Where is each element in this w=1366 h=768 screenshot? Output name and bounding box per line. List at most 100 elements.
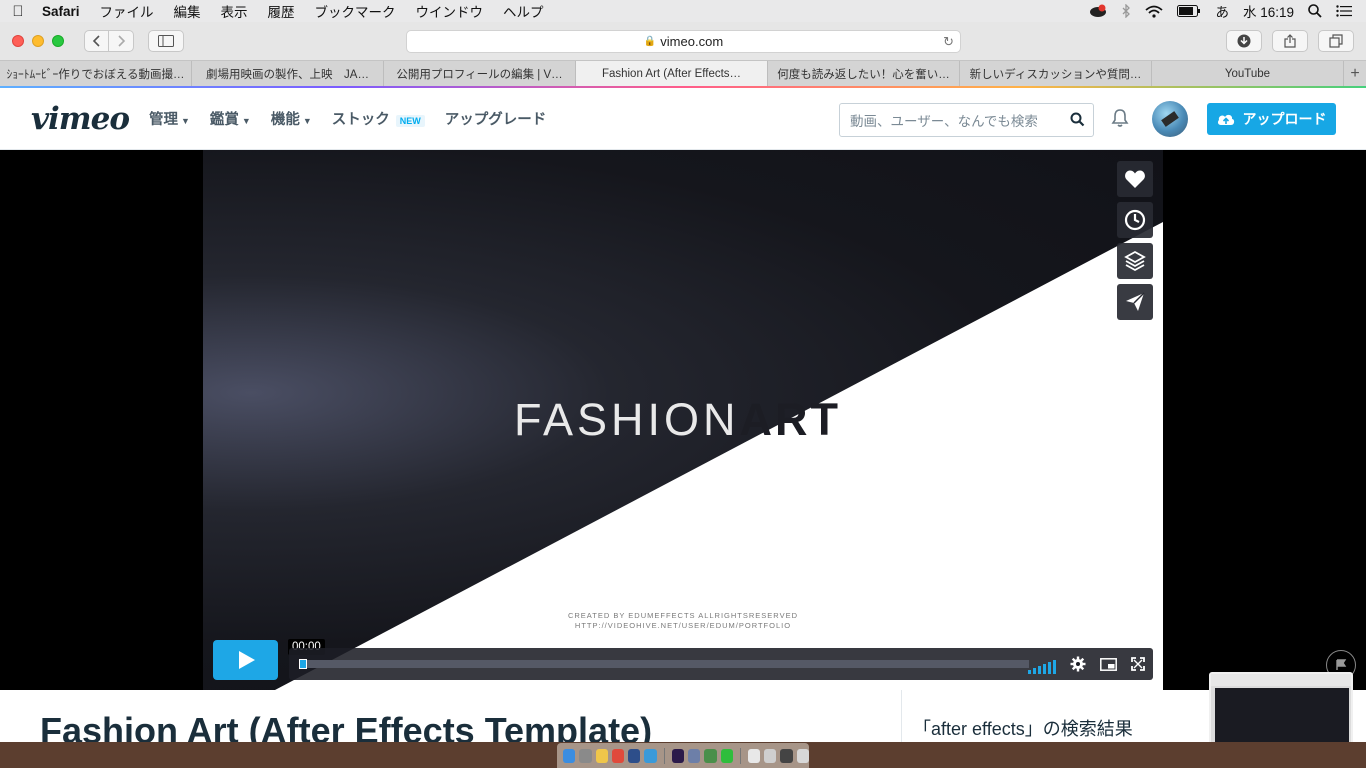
video-credits: CREATED BY EDUMEFFECTS ALLRIGHTSRESERVED… bbox=[563, 611, 803, 631]
notifications-bell-icon[interactable] bbox=[1111, 108, 1129, 133]
apple-menu-icon[interactable]:  bbox=[0, 3, 36, 20]
finder-icon[interactable] bbox=[563, 748, 576, 763]
tab-overview-button[interactable] bbox=[1318, 30, 1354, 52]
window-thumbnail-icon[interactable] bbox=[780, 748, 793, 763]
tab-1[interactable]: ｼｮｰﾄﾑｰﾋﾞｰ作りでおぼえる動画撮… bbox=[0, 61, 192, 86]
dock-separator bbox=[663, 747, 665, 764]
safari-icon[interactable] bbox=[644, 748, 657, 763]
chevron-down-icon: ▼ bbox=[241, 116, 251, 126]
downloads-button[interactable] bbox=[1226, 30, 1262, 52]
macos-dock bbox=[557, 743, 809, 768]
tab-bar: ｼｮｰﾄﾑｰﾋﾞｰ作りでおぼえる動画撮… 劇場用映画の製作、上映 JA… 公開用… bbox=[0, 60, 1366, 86]
tab-5[interactable]: 何度も読み返したい！心を奮い… bbox=[768, 61, 960, 86]
spotlight-search-icon[interactable] bbox=[1308, 4, 1322, 18]
menu-edit[interactable]: 編集 bbox=[164, 1, 211, 21]
watch-later-button[interactable] bbox=[1117, 202, 1153, 238]
vimeo-logo[interactable]: vimeo bbox=[31, 101, 130, 137]
tab-4-active[interactable]: Fashion Art (After Effects… bbox=[576, 61, 768, 86]
video-frame[interactable]: FASHIONART CREATED BY EDUMEFFECTS ALLRIG… bbox=[203, 150, 1163, 690]
credit-line-1: CREATED BY EDUMEFFECTS ALLRIGHTSRESERVED bbox=[567, 611, 799, 620]
wifi-icon[interactable] bbox=[1145, 5, 1164, 18]
search-input[interactable]: 動画、ユーザー、なんでも検索 bbox=[839, 103, 1094, 137]
collections-button[interactable] bbox=[1117, 243, 1153, 279]
vimeo-header: vimeo 管理 ▼ 鑑賞 ▼ 機能 ▼ ストック NEW アップグレード 動画、ユーザ… bbox=[0, 88, 1366, 150]
macos-menubar:  Safari ファイル 編集 表示 履歴 ブックマーク ウインドウ ヘルプ … bbox=[0, 0, 1366, 22]
app-icon[interactable] bbox=[628, 748, 641, 763]
progress-bar[interactable] bbox=[299, 659, 1029, 669]
back-button[interactable] bbox=[84, 30, 109, 52]
launchpad-icon[interactable] bbox=[579, 748, 592, 763]
zoom-window-button[interactable] bbox=[52, 35, 64, 47]
lock-icon: 🔒 bbox=[643, 36, 657, 47]
search-icon[interactable] bbox=[1070, 112, 1085, 130]
nav-features-label: 機能 bbox=[270, 112, 300, 128]
address-url: vimeo.com bbox=[660, 34, 724, 49]
nav-manage[interactable]: 管理 ▼ bbox=[149, 108, 190, 129]
heart-icon bbox=[1125, 170, 1145, 188]
progress-scrubber[interactable] bbox=[299, 659, 307, 669]
nav-stock-label: ストック bbox=[331, 112, 390, 128]
share-video-button[interactable] bbox=[1117, 284, 1153, 320]
sidebar-toggle-button[interactable] bbox=[148, 30, 184, 52]
forward-button[interactable] bbox=[109, 30, 134, 52]
menu-history[interactable]: 履歴 bbox=[258, 1, 305, 21]
toolbar-right-buttons bbox=[1226, 30, 1354, 52]
reload-icon[interactable]: ↻ bbox=[943, 34, 954, 50]
nav-upgrade[interactable]: アップグレード bbox=[445, 108, 547, 129]
user-avatar[interactable] bbox=[1152, 101, 1188, 137]
close-window-button[interactable] bbox=[12, 35, 24, 47]
nav-stock[interactable]: ストック NEW bbox=[332, 108, 425, 129]
nav-features[interactable]: 機能 ▼ bbox=[271, 108, 312, 129]
search-placeholder: 動画、ユーザー、なんでも検索 bbox=[850, 114, 1038, 129]
notes-icon[interactable] bbox=[595, 748, 608, 763]
layers-icon bbox=[1124, 250, 1146, 272]
app-icon[interactable] bbox=[687, 748, 701, 763]
menu-file[interactable]: ファイル bbox=[90, 1, 164, 21]
window-thumbnail-icon[interactable] bbox=[747, 748, 761, 763]
bluetooth-icon[interactable] bbox=[1121, 4, 1131, 18]
battery-icon[interactable] bbox=[1177, 5, 1201, 17]
menu-help[interactable]: ヘルプ bbox=[493, 1, 554, 21]
video-player-stage: FASHIONART CREATED BY EDUMEFFECTS ALLRIG… bbox=[0, 150, 1366, 690]
history-navigation bbox=[84, 30, 134, 52]
creative-cloud-icon[interactable] bbox=[1089, 4, 1107, 18]
vimeo-main-nav: 管理 ▼ 鑑賞 ▼ 機能 ▼ ストック NEW アップグレード bbox=[149, 108, 546, 129]
title-card-light: FASHION bbox=[514, 394, 740, 445]
app-icon[interactable] bbox=[704, 748, 717, 763]
picture-in-picture-icon[interactable] bbox=[1100, 657, 1117, 676]
sidebar-icon bbox=[158, 35, 174, 47]
after-effects-icon[interactable] bbox=[671, 748, 684, 763]
trash-icon[interactable] bbox=[796, 748, 809, 763]
address-bar[interactable]: 🔒 vimeo.com ↻ bbox=[406, 30, 961, 53]
menu-bookmarks[interactable]: ブックマーク bbox=[305, 1, 406, 21]
upload-button[interactable]: アップロード bbox=[1207, 103, 1336, 135]
thumbnail-video bbox=[1215, 688, 1349, 744]
settings-gear-icon[interactable] bbox=[1070, 656, 1086, 677]
minimize-window-button[interactable] bbox=[32, 35, 44, 47]
tab-6[interactable]: 新しいディスカッションや質問… bbox=[960, 61, 1152, 86]
menubar-clock[interactable]: 水 16:19 bbox=[1243, 1, 1294, 21]
notification-center-icon[interactable] bbox=[1336, 5, 1352, 17]
cloud-upload-icon bbox=[1217, 114, 1234, 125]
tab-7[interactable]: YouTube bbox=[1152, 61, 1344, 86]
window-thumbnail-icon[interactable] bbox=[764, 748, 777, 763]
window-controls bbox=[0, 35, 64, 47]
share-button[interactable] bbox=[1272, 30, 1308, 52]
chrome-icon[interactable] bbox=[611, 748, 625, 763]
line-icon[interactable] bbox=[720, 748, 733, 763]
input-method-indicator[interactable]: あ bbox=[1215, 1, 1229, 21]
like-button[interactable] bbox=[1117, 161, 1153, 197]
tab-3[interactable]: 公開用プロフィールの編集 | V… bbox=[384, 61, 576, 86]
video-info-area: Fashion Art (After Effects Template) 「af… bbox=[0, 690, 1366, 751]
nav-watch[interactable]: 鑑賞 ▼ bbox=[210, 108, 251, 129]
menu-view[interactable]: 表示 bbox=[211, 1, 258, 21]
play-button[interactable] bbox=[213, 640, 278, 680]
tab-2[interactable]: 劇場用映画の製作、上映 JA… bbox=[192, 61, 384, 86]
new-tab-button[interactable]: + bbox=[1344, 61, 1366, 86]
menu-app-safari[interactable]: Safari bbox=[36, 4, 90, 19]
menu-window[interactable]: ウインドウ bbox=[406, 1, 494, 21]
chevron-down-icon: ▼ bbox=[302, 116, 312, 126]
fullscreen-icon[interactable] bbox=[1131, 657, 1145, 676]
volume-icon[interactable] bbox=[1028, 659, 1056, 674]
upload-label: アップロード bbox=[1242, 111, 1327, 127]
